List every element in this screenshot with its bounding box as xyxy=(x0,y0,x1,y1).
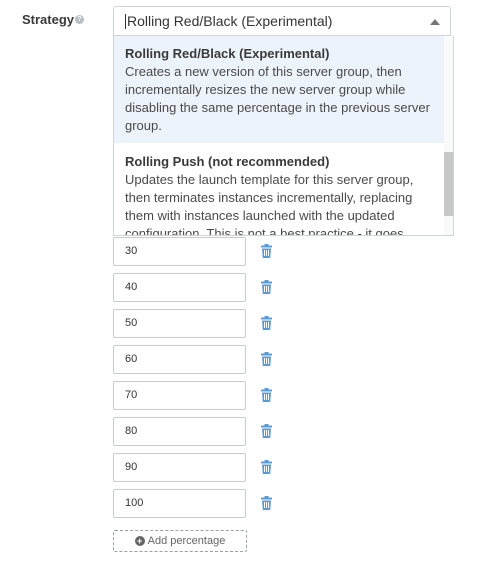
caret-up-icon[interactable] xyxy=(430,19,440,25)
add-percentage-label: Add percentage xyxy=(147,535,226,547)
trash-icon[interactable] xyxy=(261,352,272,366)
trash-icon[interactable] xyxy=(261,280,272,294)
trash-icon[interactable] xyxy=(261,460,272,474)
strategy-label-text: Strategy xyxy=(22,12,75,27)
percentage-input[interactable]: 30 xyxy=(113,237,246,266)
option-description: Creates a new version of this server gro… xyxy=(125,64,430,133)
percentage-input[interactable]: 40 xyxy=(113,273,246,302)
strategy-label: Strategy ? xyxy=(22,12,85,27)
dropdown-scroll-thumb[interactable] xyxy=(444,152,453,216)
strategy-selected-value: Rolling Red/Black (Experimental) xyxy=(125,13,333,29)
percentage-input[interactable]: 90 xyxy=(113,453,246,482)
percentage-input[interactable]: 80 xyxy=(113,417,246,446)
add-percentage-button[interactable]: + Add percentage xyxy=(113,530,247,552)
question-circle-icon[interactable]: ? xyxy=(75,15,85,24)
strategy-option-rolling-red-black[interactable]: Rolling Red/Black (Experimental) Creates… xyxy=(114,36,445,143)
strategy-select[interactable]: Rolling Red/Black (Experimental) xyxy=(113,6,451,36)
option-description: Updates the launch template for this ser… xyxy=(125,172,414,236)
percentage-input[interactable]: 70 xyxy=(113,381,246,410)
dropdown-scrollbar[interactable] xyxy=(444,36,453,235)
option-title: Rolling Red/Black (Experimental) xyxy=(125,46,330,61)
trash-icon[interactable] xyxy=(261,244,272,258)
percentage-input[interactable]: 50 xyxy=(113,309,246,338)
trash-icon[interactable] xyxy=(261,424,272,438)
percentage-input[interactable]: 60 xyxy=(113,345,246,374)
strategy-dropdown[interactable]: Rolling Red/Black (Experimental) Creates… xyxy=(113,36,454,236)
trash-icon[interactable] xyxy=(261,388,272,402)
strategy-option-rolling-push[interactable]: Rolling Push (not recommended) Updates t… xyxy=(114,144,445,236)
trash-icon[interactable] xyxy=(261,496,272,510)
percentage-input[interactable]: 100 xyxy=(113,489,246,518)
plus-circle-icon: + xyxy=(134,536,145,546)
trash-icon[interactable] xyxy=(261,316,272,330)
option-title: Rolling Push (not recommended) xyxy=(125,154,330,169)
